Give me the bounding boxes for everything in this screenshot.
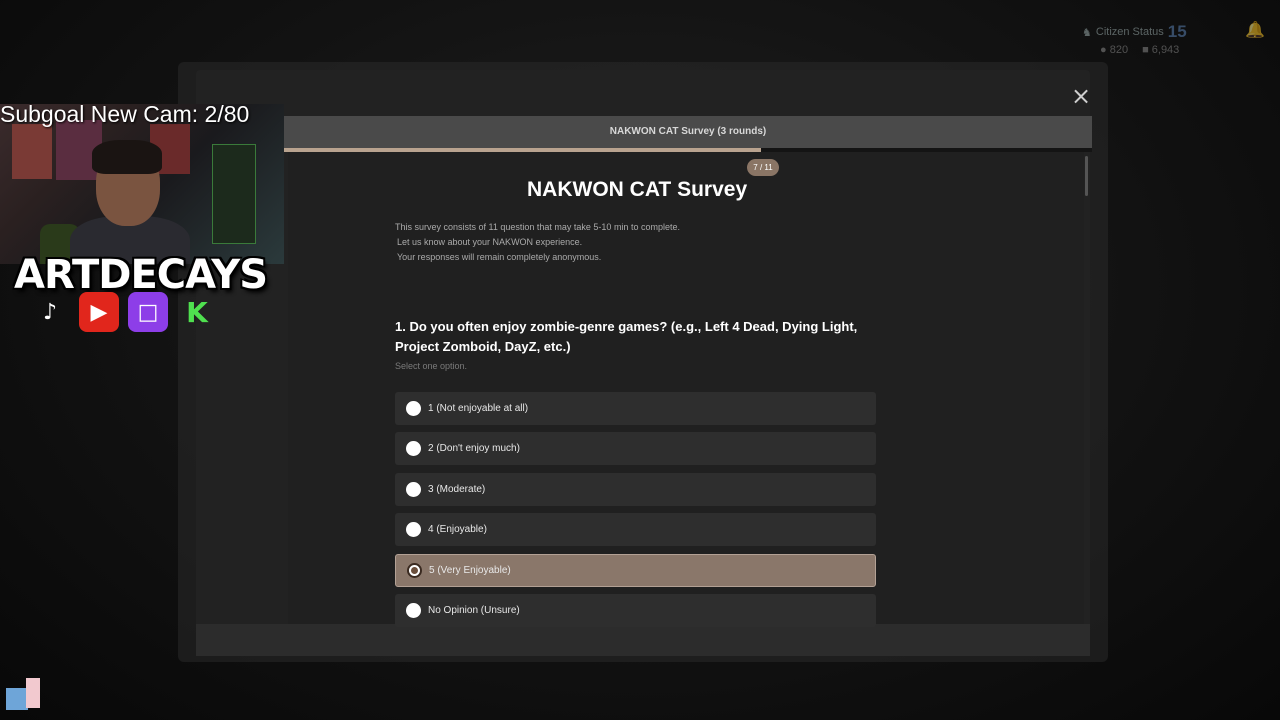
- citizen-status-label: Citizen Status: [1095, 26, 1164, 38]
- option-6[interactable]: No Opinion (Unsure): [395, 593, 876, 627]
- progress-bar: [284, 148, 1092, 152]
- currency-b: ■ 6,943: [1142, 44, 1180, 56]
- radio-dot: [411, 566, 418, 574]
- radio-button-selected[interactable]: [407, 562, 422, 578]
- currency-a: ● 820: [1100, 44, 1129, 56]
- option-4[interactable]: 4 (Enjoyable): [395, 513, 876, 547]
- citizen-level: 15: [1167, 22, 1187, 41]
- youtube-icon: ▶: [79, 292, 119, 332]
- social-icons: ♪ ▶ □ K: [30, 292, 217, 332]
- pixel-sprite-icon: [6, 678, 42, 714]
- option-5[interactable]: 5 (Very Enjoyable): [395, 553, 876, 587]
- survey-description: This survey consists of 11 question that…: [395, 220, 680, 265]
- radio-button[interactable]: [406, 522, 421, 538]
- twitch-icon: □: [128, 292, 168, 332]
- question-hint: Select one option.: [395, 361, 468, 371]
- webcam-person-hair: [92, 140, 162, 174]
- survey-header-bar: NAKWON CAT Survey (3 rounds): [284, 116, 1092, 148]
- option-label: 2 (Don't enjoy much): [428, 443, 520, 455]
- option-label: 1 (Not enjoyable at all): [428, 403, 529, 414]
- currency-b-value: 6,943: [1151, 44, 1180, 56]
- notification-bell-icon[interactable]: 🔔: [1242, 20, 1268, 60]
- progress-bar-fill: [284, 148, 761, 152]
- citizen-status-hud: ♞ Citizen Status 15 ● 820 ■ 6,943 🔔: [1082, 20, 1265, 64]
- kick-icon: K: [186, 295, 208, 329]
- description-line: This survey consists of 11 question that…: [395, 222, 680, 232]
- option-label: 4 (Enjoyable): [428, 524, 487, 536]
- description-line: Let us know about your NAKWON experience…: [397, 237, 583, 247]
- currency-row: ● 820 ■ 6,943: [1100, 44, 1179, 56]
- option-label: No Opinion (Unsure): [428, 604, 520, 616]
- radio-button[interactable]: [406, 441, 421, 457]
- option-2[interactable]: 2 (Don't enjoy much): [395, 432, 876, 466]
- option-label: 3 (Moderate): [428, 483, 486, 495]
- tiktok-icon: ♪: [42, 299, 58, 325]
- radio-button[interactable]: [406, 401, 421, 416]
- webcam-poster: [12, 124, 52, 179]
- close-button[interactable]: ×: [1071, 84, 1091, 108]
- webcam-pc: [212, 144, 256, 244]
- scrollbar[interactable]: [1085, 156, 1088, 196]
- webcam-feed: [0, 104, 284, 264]
- option-label: 5 (Very Enjoyable): [429, 564, 511, 576]
- progress-badge: 7 / 11: [747, 159, 779, 176]
- description-line: Your responses will remain completely an…: [397, 252, 602, 262]
- radio-button[interactable]: [406, 602, 421, 618]
- subgoal-text: Subgoal New Cam: 2/80: [0, 101, 250, 127]
- radio-button[interactable]: [406, 481, 421, 497]
- survey-title: NAKWON CAT Survey: [527, 178, 748, 201]
- option-1[interactable]: 1 (Not enjoyable at all): [395, 392, 876, 425]
- currency-a-value: 820: [1109, 44, 1129, 56]
- option-3[interactable]: 3 (Moderate): [395, 472, 876, 506]
- citizen-status: ♞ Citizen Status 15: [1082, 22, 1187, 42]
- question-text: 1. Do you often enjoy zombie-genre games…: [395, 319, 858, 354]
- citizen-icon: ♞: [1082, 26, 1092, 39]
- option-list: 1 (Not enjoyable at all) 2 (Don't enjoy …: [395, 392, 876, 634]
